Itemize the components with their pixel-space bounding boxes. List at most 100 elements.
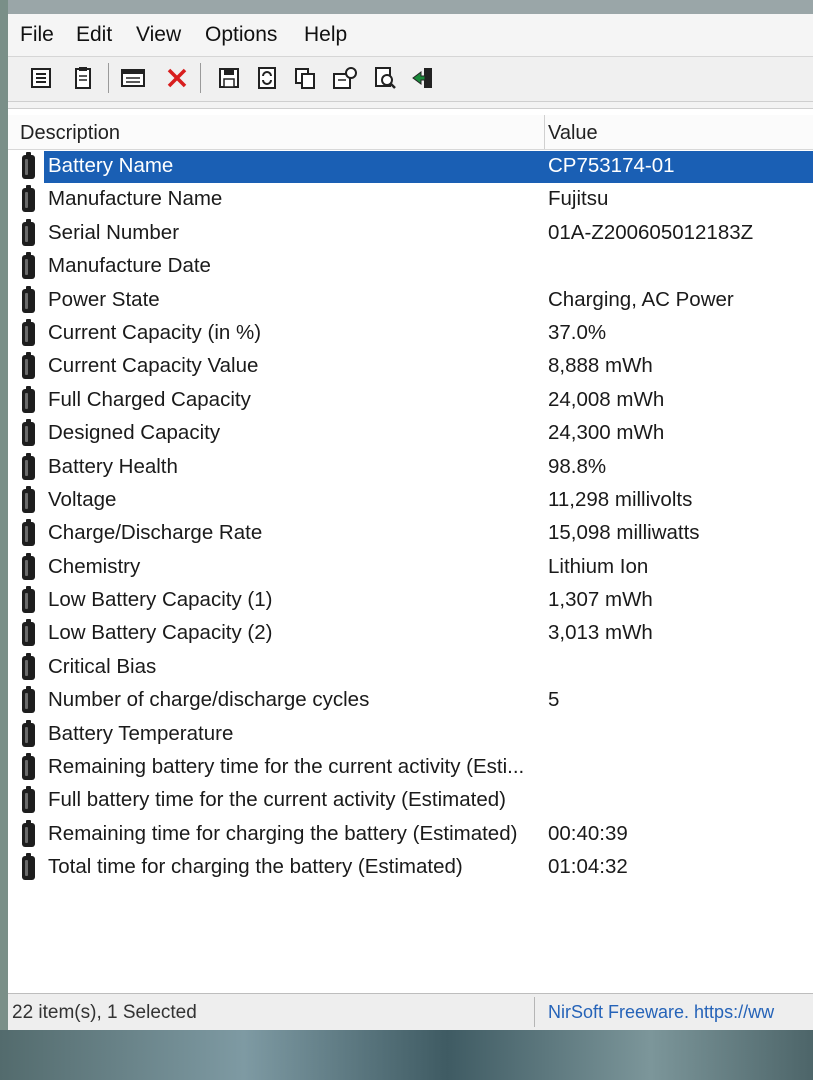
list-item[interactable]: Number of charge/discharge cycles 5 <box>8 685 813 718</box>
battery-icon <box>22 252 35 280</box>
list-item[interactable]: Full battery time for the current activi… <box>8 785 813 818</box>
row-description: Battery Temperature <box>48 721 234 745</box>
toolbar-separator <box>200 63 201 93</box>
battery-icon <box>22 385 35 413</box>
row-description: Power State <box>48 287 160 311</box>
status-item-count: 22 item(s), 1 Selected <box>12 1002 197 1023</box>
row-description: Chemistry <box>48 554 141 578</box>
battery-info-list[interactable]: Description Value Battery Name CP753174-0… <box>8 108 813 994</box>
list-item[interactable]: Manufacture Name Fujitsu <box>8 184 813 217</box>
list-item[interactable]: Critical Bias <box>8 652 813 685</box>
menu-view[interactable]: View <box>136 23 181 47</box>
properties-icon[interactable] <box>120 64 146 92</box>
status-bar: 22 item(s), 1 Selected NirSoft Freeware.… <box>8 993 813 1030</box>
battery-icon <box>22 719 35 747</box>
list-item[interactable]: Current Capacity Value 8,888 mWh <box>8 351 813 384</box>
row-value: 01A-Z200605012183Z <box>548 220 754 244</box>
column-divider[interactable] <box>544 115 545 149</box>
battery-icon <box>22 285 35 313</box>
column-header-description[interactable]: Description <box>20 122 120 145</box>
battery-icon <box>22 218 35 246</box>
row-description: Designed Capacity <box>48 421 221 445</box>
list-item[interactable]: Low Battery Capacity (2) 3,013 mWh <box>8 618 813 651</box>
battery-icon <box>22 619 35 647</box>
app-window: File Edit View Options Help Description … <box>8 0 813 1030</box>
list-item[interactable]: Battery Health 98.8% <box>8 452 813 485</box>
list-item[interactable]: Battery Temperature <box>8 719 813 752</box>
options-icon[interactable] <box>332 64 358 92</box>
battery-icon <box>22 686 35 714</box>
column-header-value[interactable]: Value <box>548 122 598 145</box>
menu-options[interactable]: Options <box>205 23 277 47</box>
row-value: Fujitsu <box>548 187 609 211</box>
row-description: Remaining battery time for the current a… <box>48 755 525 779</box>
list-item[interactable]: Battery Name CP753174-01 <box>8 151 813 184</box>
row-value: 98.8% <box>548 454 607 478</box>
exit-icon[interactable] <box>410 64 436 92</box>
row-description: Current Capacity (in %) <box>48 320 262 344</box>
list-item[interactable]: Charge/Discharge Rate 15,098 milliwatts <box>8 518 813 551</box>
title-bar <box>8 0 813 14</box>
battery-icon <box>22 552 35 580</box>
save-icon[interactable] <box>216 64 242 92</box>
row-value: 24,300 mWh <box>548 421 665 445</box>
menu-file[interactable]: File <box>20 23 54 47</box>
list-item[interactable]: Remaining time for charging the battery … <box>8 819 813 852</box>
row-value: 37.0% <box>548 320 607 344</box>
battery-icon <box>22 753 35 781</box>
row-value: 8,888 mWh <box>548 354 653 378</box>
battery-icon <box>22 485 35 513</box>
row-value: 15,098 milliwatts <box>548 521 700 545</box>
find-icon[interactable] <box>372 64 398 92</box>
battery-icon <box>22 352 35 380</box>
row-value: 1,307 mWh <box>548 588 653 612</box>
row-description: Manufacture Name <box>48 187 223 211</box>
battery-icon <box>22 452 35 480</box>
row-description: Low Battery Capacity (2) <box>48 621 273 645</box>
menu-help[interactable]: Help <box>304 23 347 47</box>
list-item[interactable]: Remaining battery time for the current a… <box>8 752 813 785</box>
html-report-icon[interactable] <box>28 64 54 92</box>
row-description: Critical Bias <box>48 654 157 678</box>
list-item[interactable]: Manufacture Date <box>8 251 813 284</box>
list-item[interactable]: Designed Capacity 24,300 mWh <box>8 418 813 451</box>
refresh-icon[interactable] <box>254 64 280 92</box>
row-description: Full Charged Capacity <box>48 387 251 411</box>
list-item[interactable]: Voltage 11,298 millivolts <box>8 485 813 518</box>
desktop-background <box>0 1030 813 1080</box>
row-description: Full battery time for the current activi… <box>48 788 506 812</box>
battery-icon <box>22 586 35 614</box>
list-item[interactable]: Chemistry Lithium Ion <box>8 552 813 585</box>
nirsoft-link[interactable]: NirSoft Freeware. https://ww <box>548 1002 774 1023</box>
battery-icon <box>22 652 35 680</box>
toolbar <box>8 57 813 102</box>
list-header: Description Value <box>8 115 813 150</box>
toolbar-separator <box>108 63 109 93</box>
menu-bar: File Edit View Options Help <box>8 14 813 57</box>
row-description: Serial Number <box>48 220 180 244</box>
desktop-left-edge <box>0 0 8 1030</box>
row-description: Battery Name <box>48 154 174 177</box>
row-description: Battery Health <box>48 454 178 478</box>
list-item[interactable]: Full Charged Capacity 24,008 mWh <box>8 385 813 418</box>
row-value: 11,298 millivolts <box>548 487 693 511</box>
battery-icon <box>22 419 35 447</box>
copy-icon[interactable] <box>292 64 318 92</box>
list-item[interactable]: Current Capacity (in %) 37.0% <box>8 318 813 351</box>
row-value: Charging, AC Power <box>548 287 734 311</box>
battery-icon <box>22 786 35 814</box>
row-description: Low Battery Capacity (1) <box>48 588 273 612</box>
battery-icon <box>22 853 35 881</box>
list-item[interactable]: Low Battery Capacity (1) 1,307 mWh <box>8 585 813 618</box>
battery-icon <box>22 819 35 847</box>
list-item[interactable]: Serial Number 01A-Z200605012183Z <box>8 218 813 251</box>
list-rows: Battery Name CP753174-01 Manufacture Name F… <box>8 151 813 886</box>
delete-icon[interactable] <box>164 64 190 92</box>
list-item[interactable]: Power State Charging, AC Power <box>8 285 813 318</box>
row-value: Lithium Ion <box>548 554 649 578</box>
menu-edit[interactable]: Edit <box>76 23 112 47</box>
row-value: 01:04:32 <box>548 855 628 879</box>
list-item[interactable]: Total time for charging the battery (Est… <box>8 852 813 885</box>
text-report-icon[interactable] <box>70 64 96 92</box>
row-description: Voltage <box>48 487 117 511</box>
